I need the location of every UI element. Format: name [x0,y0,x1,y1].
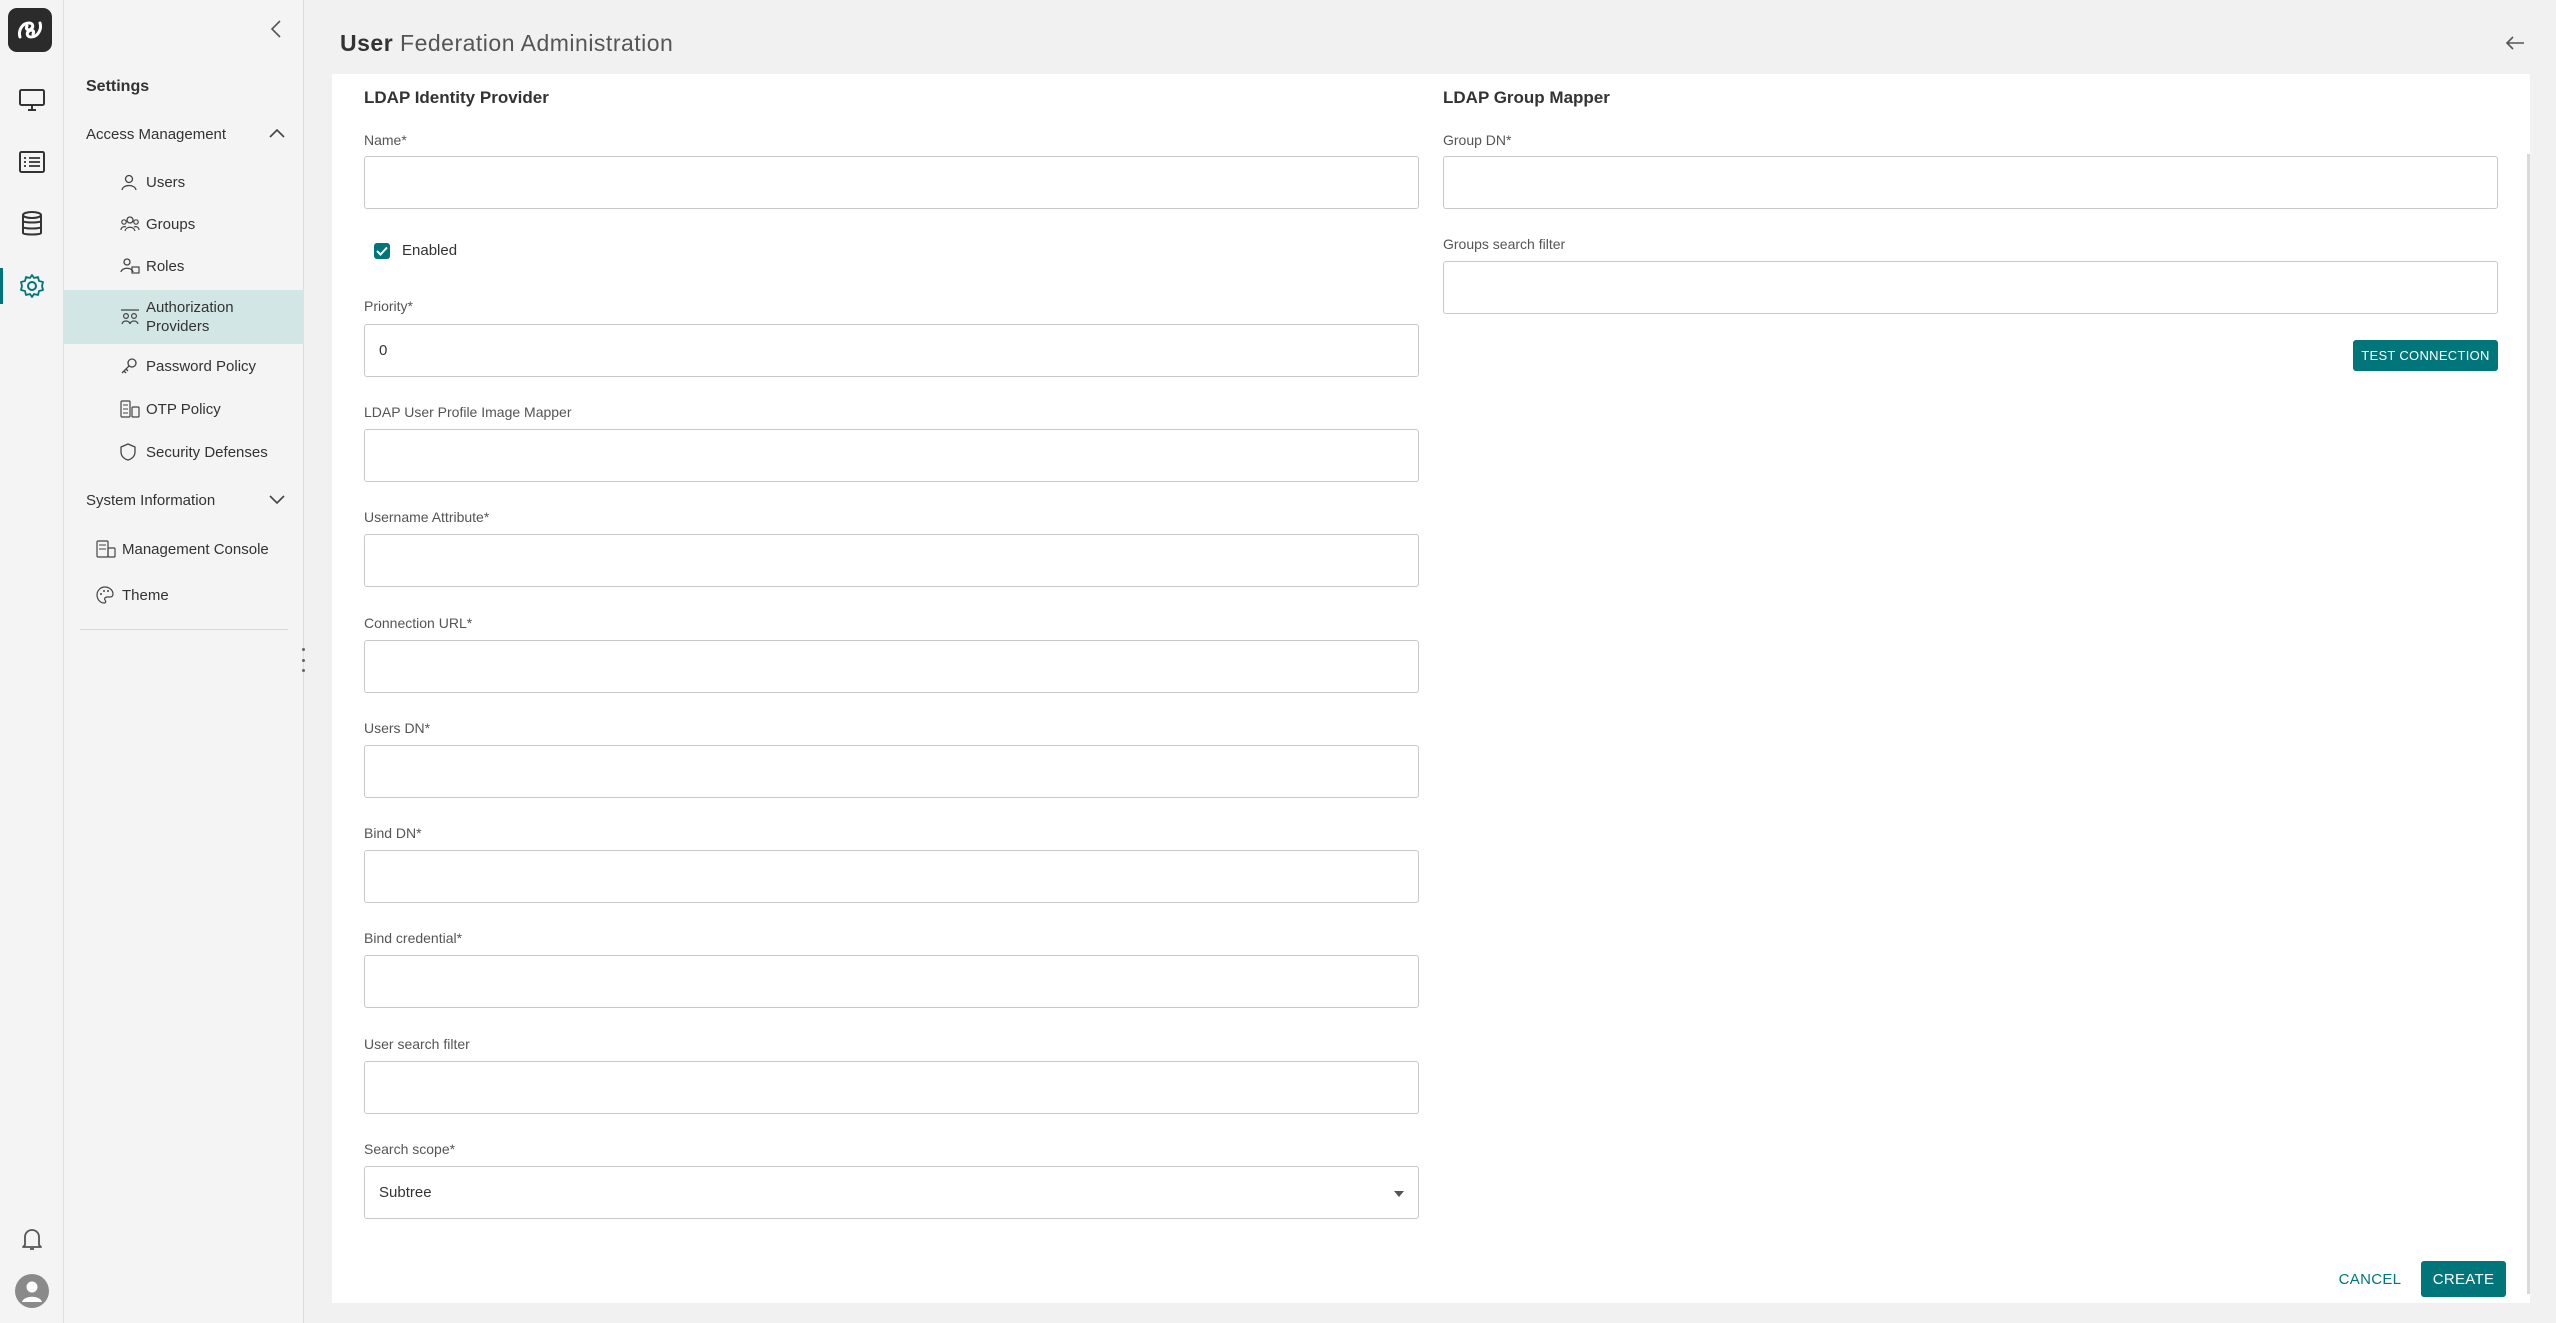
sidebar-item-users[interactable]: Users [64,162,304,202]
test-connection-button[interactable]: TEST CONNECTION [2353,340,2498,371]
rail-account[interactable] [0,1274,64,1308]
collapse-sidebar-button[interactable] [269,18,283,45]
sidebar-item-roles[interactable]: Roles [64,246,304,286]
sidebar-item-label: Authorization [146,299,234,316]
ldap-identity-provider-title: LDAP Identity Provider [364,88,549,107]
connection-url-label: Connection URL* [364,615,473,631]
rail-database[interactable] [0,200,64,248]
avatar-icon [15,1274,49,1308]
rail-list[interactable] [0,138,64,186]
key-icon [121,358,137,374]
sidebar-item-label: OTP Policy [146,400,221,418]
sidebar-item-label: Password Policy [146,357,257,375]
user-search-filter-input[interactable] [364,1061,1419,1114]
console-icon [96,540,116,558]
federation-form-card: LDAP Identity Provider Name* Enabled Pri… [332,74,2530,1303]
icon-rail [0,0,64,1323]
rail-settings[interactable] [0,262,64,310]
sidebar-item-theme[interactable]: Theme [64,574,304,616]
palette-icon [96,586,114,604]
sidebar-item-label: Groups [146,215,196,233]
search-scope-select[interactable]: Subtree [364,1166,1419,1219]
page-title: User Federation Administration [340,30,673,57]
image-mapper-label: LDAP User Profile Image Mapper [364,404,572,420]
bind-dn-input[interactable] [364,850,1419,903]
search-scope-value: Subtree [379,1184,432,1201]
users-dn-input[interactable] [364,745,1419,798]
sidebar-item-management-console[interactable]: Management Console [64,528,304,570]
list-icon [19,151,45,173]
page-title-rest: Federation Administration [400,30,674,56]
sidebar-item-security-defenses[interactable]: Security Defenses [64,432,304,472]
shield-icon [120,443,136,461]
sidebar-item-password-policy[interactable]: Password Policy [64,346,304,386]
page-title-bold: User [340,30,394,56]
groups-search-filter-label: Groups search filter [1443,236,1566,252]
checkbox-box[interactable] [374,242,390,259]
sidebar-title: Settings [86,78,150,95]
user-search-filter-label: User search filter [364,1036,470,1052]
user-icon [121,174,137,191]
sidebar-item-groups[interactable]: Groups [64,204,304,244]
users-dn-label: Users DN* [364,720,431,736]
sidebar-item-label: Theme [122,586,169,604]
sidebar-divider [80,629,288,630]
username-attribute-input[interactable] [364,534,1419,587]
sidebar-item-label: Security Defenses [146,443,268,461]
database-icon [22,211,42,236]
groups-search-filter-input[interactable] [1443,261,2498,314]
checkmark-icon [376,246,388,256]
otp-icon [120,400,140,418]
authorization-providers-icon [121,309,139,325]
chevron-down-icon [269,495,285,505]
connection-url-input[interactable] [364,640,1419,693]
roles-icon [120,258,140,274]
rail-notifications[interactable] [0,1226,64,1252]
ldap-group-mapper-title: LDAP Group Mapper [1443,88,1610,107]
sidebar-item-authorization-providers[interactable]: Authorization Providers [64,290,304,344]
scrollbar[interactable] [2527,154,2530,1294]
gear-icon [20,274,44,298]
create-button[interactable]: CREATE [2421,1261,2506,1297]
dropdown-caret-icon [1394,1191,1404,1197]
name-input[interactable] [364,156,1419,209]
cancel-button[interactable]: CANCEL [2332,1262,2408,1296]
section-system-information[interactable]: System Information [64,480,304,520]
sidebar-item-label: Providers [146,318,210,335]
name-label: Name* [364,132,407,148]
chevron-left-icon [270,20,281,38]
image-mapper-input[interactable] [364,429,1419,482]
group-dn-input[interactable] [1443,156,2498,209]
bind-dn-label: Bind DN* [364,825,422,841]
section-label: System Information [86,491,216,509]
section-label: Access Management [86,125,227,143]
search-scope-label: Search scope* [364,1141,456,1157]
priority-input[interactable] [364,324,1419,377]
resize-handle[interactable] [293,648,313,672]
back-button[interactable] [2504,34,2526,57]
sidebar-item-label: Users [146,173,186,191]
bind-credential-label: Bind credential* [364,930,463,946]
arrow-left-icon [2505,36,2524,50]
sidebar-item-otp-policy[interactable]: OTP Policy [64,389,304,429]
priority-label: Priority* [364,298,414,314]
enabled-checkbox[interactable]: Enabled [374,242,457,259]
settings-sidebar: Settings Access Management Users Groups … [64,0,305,1323]
bind-credential-input[interactable] [364,955,1419,1008]
username-attribute-label: Username Attribute* [364,509,490,525]
rail-desktop[interactable] [0,76,64,124]
enabled-label: Enabled [402,242,458,259]
sidebar-item-label: Roles [146,257,185,275]
group-dn-label: Group DN* [1443,132,1512,148]
chevron-up-icon [269,128,285,138]
monitor-icon [19,89,45,111]
sidebar-item-label: Management Console [122,540,269,558]
bell-icon [22,1229,42,1250]
logo-icon [18,21,42,39]
groups-icon [120,216,140,232]
section-access-management[interactable]: Access Management [64,114,304,154]
app-logo[interactable] [8,8,52,52]
